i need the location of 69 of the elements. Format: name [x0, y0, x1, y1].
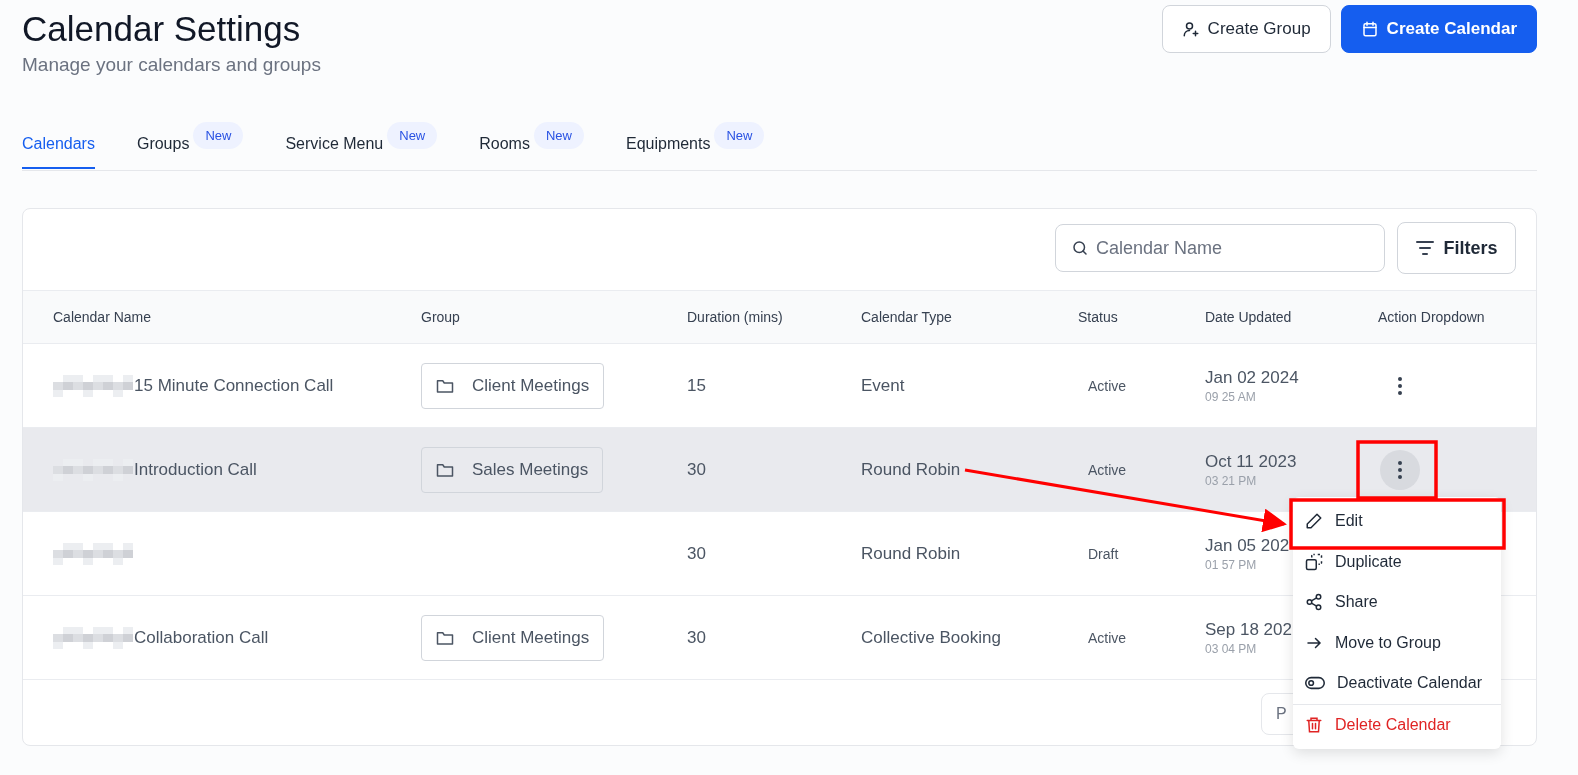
duration-cell-text: 30 — [687, 459, 707, 480]
column-header: Duration (mins) — [687, 309, 784, 325]
new-badge: New — [533, 122, 584, 149]
more-actions-button[interactable] — [1380, 449, 1420, 490]
page-title: Calendar Settings — [22, 8, 302, 50]
column-header: Status — [1078, 309, 1119, 325]
duplicate-icon — [1305, 552, 1323, 571]
group-chip[interactable]: Sales Meetings — [421, 446, 604, 493]
menu-item[interactable]: Move to Group — [1293, 622, 1501, 663]
calendar-type-cell-text: Collective Booking — [861, 627, 1002, 648]
trash-icon — [1305, 715, 1323, 734]
date-updated: Sep 18 202 — [1205, 619, 1292, 640]
group-chip[interactable]: Client Meetings — [421, 362, 605, 409]
filter-icon — [1415, 240, 1436, 256]
menu-item[interactable]: Deactivate Calendar — [1293, 663, 1501, 704]
status-label: Active — [1087, 629, 1128, 646]
menu-item[interactable]: Delete Calendar — [1293, 704, 1501, 745]
calendar-type-cell-text: Event — [861, 375, 906, 396]
status-label: Active — [1087, 377, 1128, 394]
status-label: Draft — [1087, 545, 1120, 562]
time-updated: 03 21 PM — [1205, 473, 1257, 488]
duration-cell-text: 30 — [687, 543, 707, 564]
share-icon — [1305, 593, 1323, 612]
folder-icon — [436, 629, 454, 646]
column-header: Group — [421, 309, 461, 325]
tab[interactable]: Service Menu — [285, 122, 384, 169]
toggle-icon — [1305, 676, 1325, 691]
new-badge: New — [714, 122, 765, 149]
tab[interactable]: Equipments — [625, 122, 711, 169]
column-header: Calendar Name — [53, 309, 153, 325]
calendar-name[interactable]: Introduction Call — [134, 459, 257, 480]
calendar-type-cell-text: Round Robin — [861, 543, 962, 564]
date-updated: Jan 05 202 — [1205, 535, 1290, 556]
more-icon — [1398, 460, 1402, 479]
page-subtitle: Manage your calendars and groups — [22, 54, 321, 76]
calendar-name[interactable]: 15 Minute Connection Call — [134, 375, 334, 396]
folder-icon — [436, 377, 454, 394]
column-header: Date Updated — [1205, 309, 1293, 325]
search-icon — [1071, 239, 1089, 257]
tab[interactable]: Groups — [136, 122, 190, 169]
status-label: Active — [1087, 461, 1128, 478]
add-user-icon — [1181, 20, 1200, 38]
table-row[interactable]: Introduction Call Sales Meetings 30 Round Robin Active Oct 11 2023 03 21 PM — [23, 428, 1536, 512]
menu-item[interactable]: Edit — [1293, 501, 1501, 542]
tab[interactable]: Calendars — [22, 122, 95, 169]
column-header: Calendar Type — [861, 309, 953, 325]
tab[interactable]: Rooms — [479, 122, 530, 169]
pencil-icon — [1305, 512, 1323, 531]
create-group-button[interactable]: Create Group — [1161, 5, 1331, 53]
create-calendar-button[interactable]: Create Calendar — [1340, 5, 1537, 53]
calendar-icon — [1360, 20, 1379, 38]
time-updated: 01 57 PM — [1205, 557, 1257, 572]
filters-button[interactable]: Filters — [1397, 222, 1516, 274]
time-updated: 03 04 PM — [1205, 641, 1257, 656]
more-icon — [1398, 376, 1402, 395]
date-updated: Jan 02 2024 — [1205, 367, 1299, 388]
new-badge: New — [193, 122, 244, 149]
group-chip[interactable]: Client Meetings — [421, 614, 605, 661]
column-header: Action Dropdown — [1378, 309, 1486, 325]
new-badge: New — [387, 122, 438, 149]
menu-item[interactable]: Share — [1293, 582, 1501, 623]
duration-cell-text: 30 — [687, 627, 707, 648]
search-field[interactable]: Calendar Name — [1055, 224, 1385, 272]
duration-cell-text: 15 — [687, 375, 707, 396]
folder-icon — [436, 461, 454, 478]
time-updated: 09 25 AM — [1205, 389, 1256, 404]
date-updated: Oct 11 2023 — [1205, 451, 1297, 472]
calendar-name[interactable]: Collaboration Call — [134, 627, 269, 648]
calendar-type-cell-text: Round Robin — [861, 459, 962, 480]
